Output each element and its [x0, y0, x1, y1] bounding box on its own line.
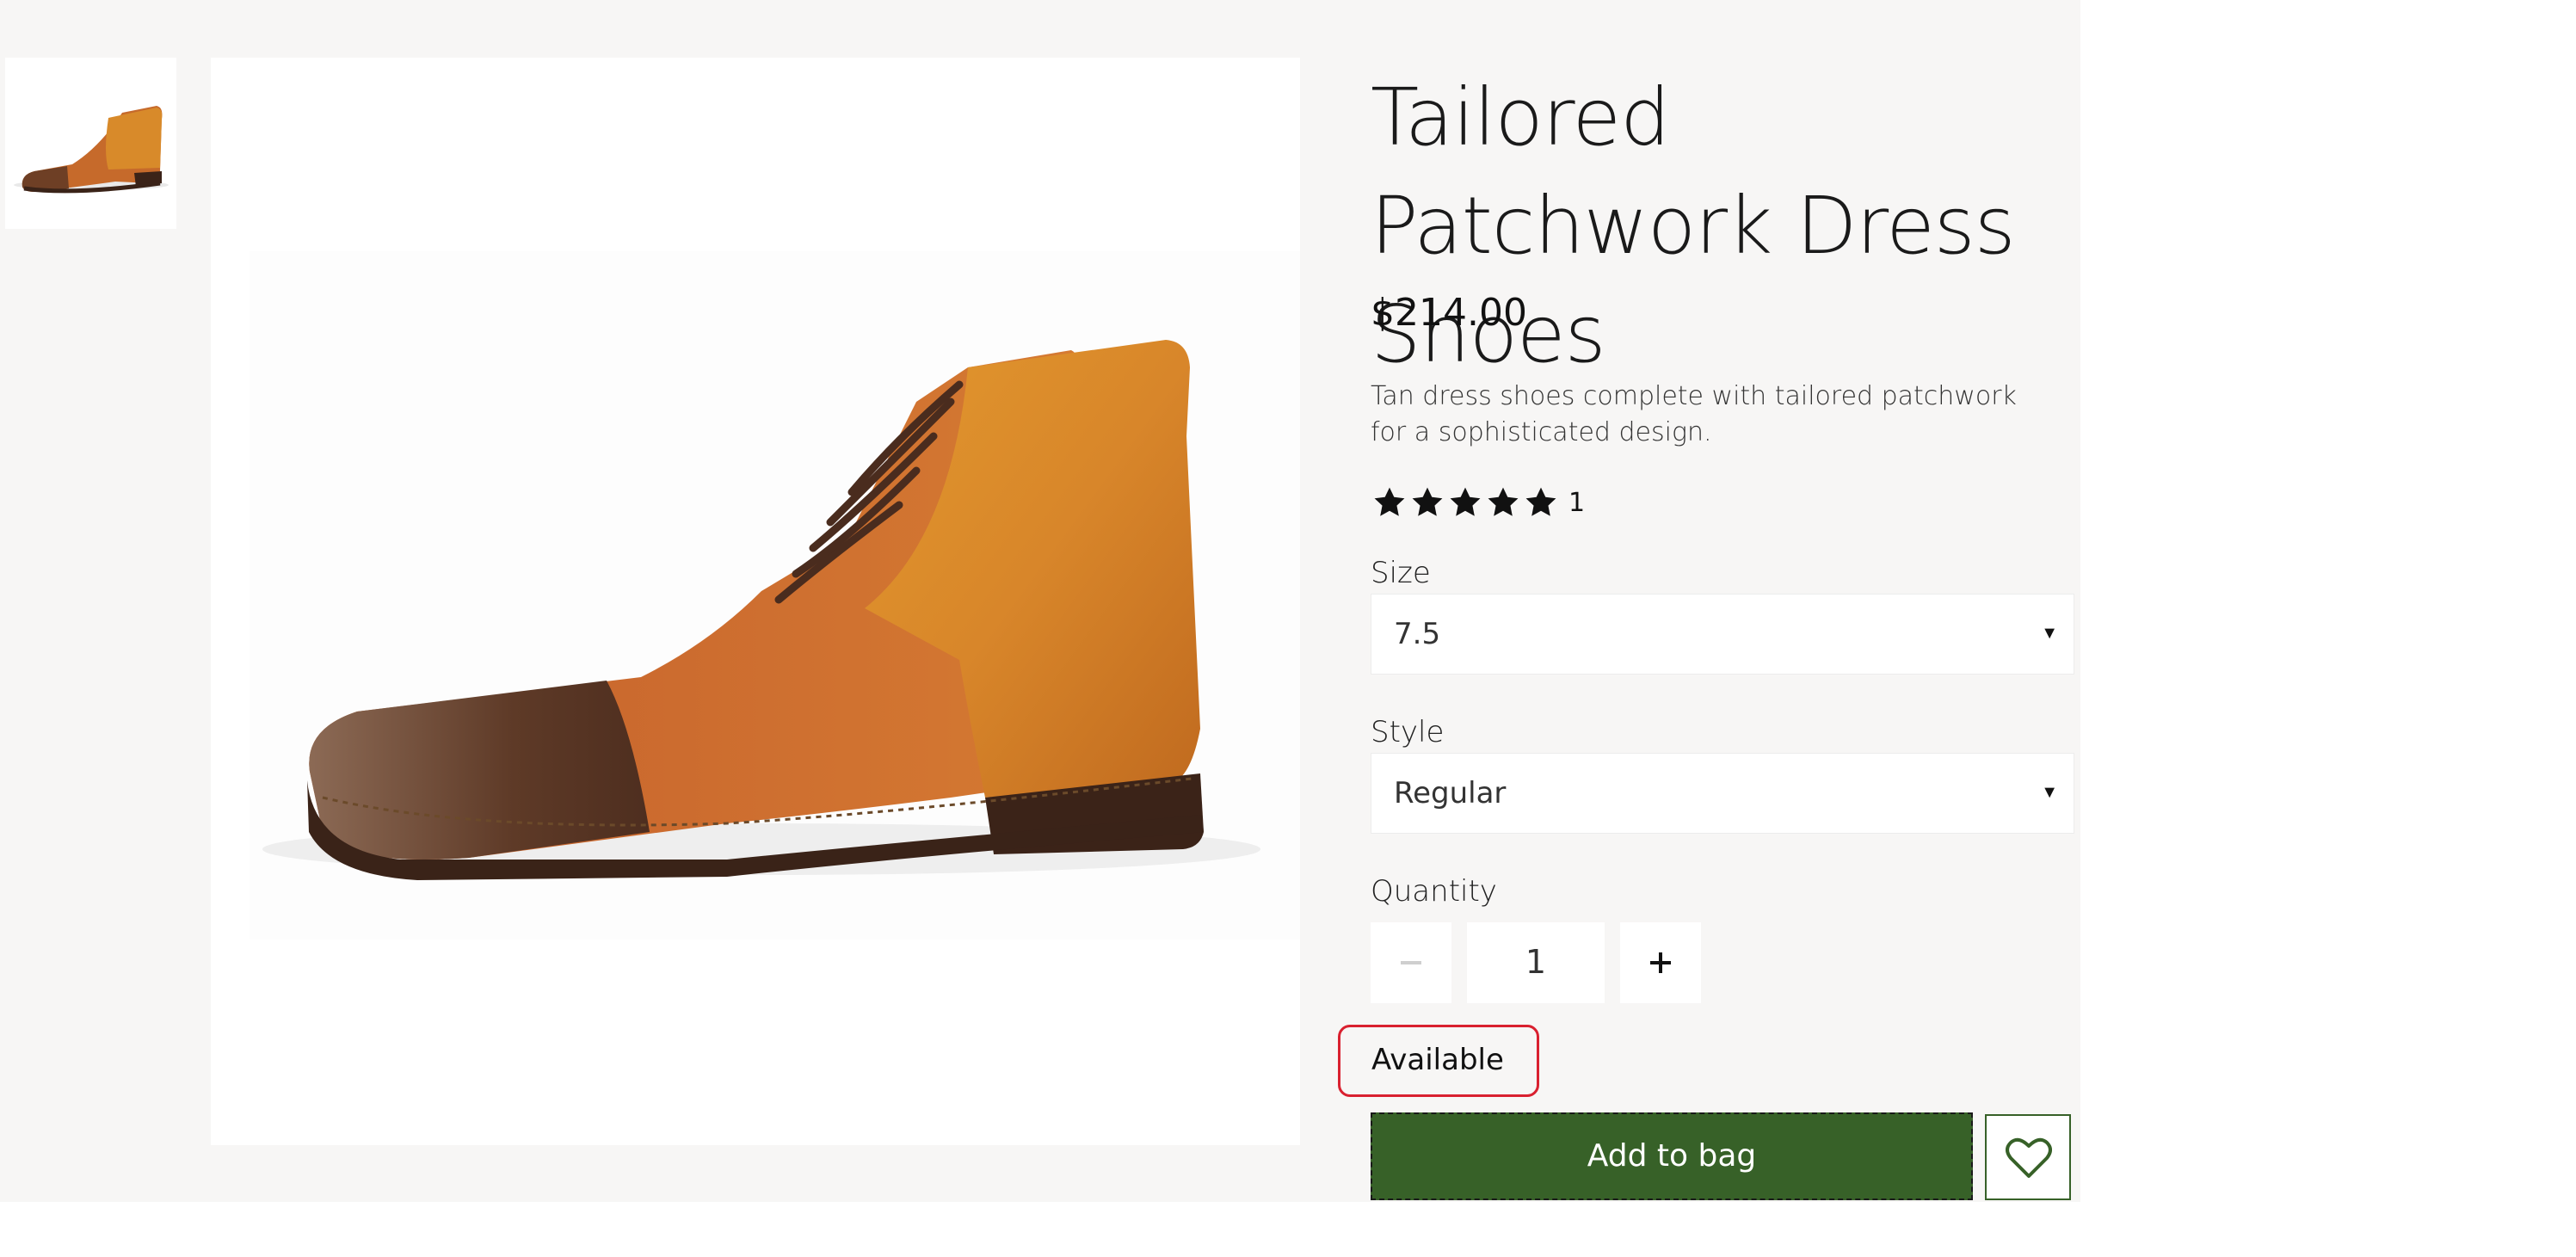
size-selected-value: 7.5 [1394, 617, 1441, 651]
star-icon [1374, 487, 1405, 516]
caret-down-icon: ▼ [2041, 783, 2058, 802]
heart-icon [2006, 1137, 2052, 1178]
quantity-decrease-button[interactable] [1371, 922, 1451, 1003]
add-to-bag-label: Add to bag [1587, 1138, 1757, 1174]
availability-status: Available [1338, 1025, 1539, 1097]
product-price: $214.00 [1371, 291, 1527, 335]
quantity-value: 1 [1525, 943, 1547, 981]
star-icon [1450, 487, 1481, 516]
product-description: Tan dress shoes complete with tailored p… [1371, 381, 2017, 447]
add-to-bag-button[interactable]: Add to bag [1371, 1112, 1973, 1200]
size-label: Size [1371, 556, 1431, 590]
thumbnail-shoe-image [14, 106, 169, 194]
size-select[interactable]: 7.5 ▼ [1371, 594, 2074, 675]
caret-down-icon: ▼ [2041, 624, 2058, 643]
shoe-image [250, 251, 1300, 940]
style-selected-value: Regular [1394, 776, 1507, 810]
style-select[interactable]: Regular ▼ [1371, 753, 2074, 834]
availability-text: Available [1371, 1043, 1504, 1077]
star-icon [1525, 487, 1556, 516]
product-hero-image [211, 58, 1300, 1145]
add-to-wishlist-button[interactable] [1985, 1114, 2071, 1200]
product-rating[interactable]: 1 [1371, 482, 1585, 523]
quantity-input[interactable]: 1 [1467, 922, 1605, 1003]
star-icon [1412, 487, 1443, 516]
quantity-increase-button[interactable] [1620, 922, 1701, 1003]
plus-icon [1650, 952, 1671, 973]
style-label: Style [1371, 715, 1445, 749]
product-thumbnail[interactable] [5, 58, 176, 229]
quantity-label: Quantity [1371, 874, 1497, 909]
rating-count: 1 [1568, 487, 1586, 518]
star-icon [1488, 487, 1519, 516]
minus-icon [1401, 961, 1421, 964]
product-title: Tailored Patchwork Dress Shoes [1371, 71, 2016, 380]
